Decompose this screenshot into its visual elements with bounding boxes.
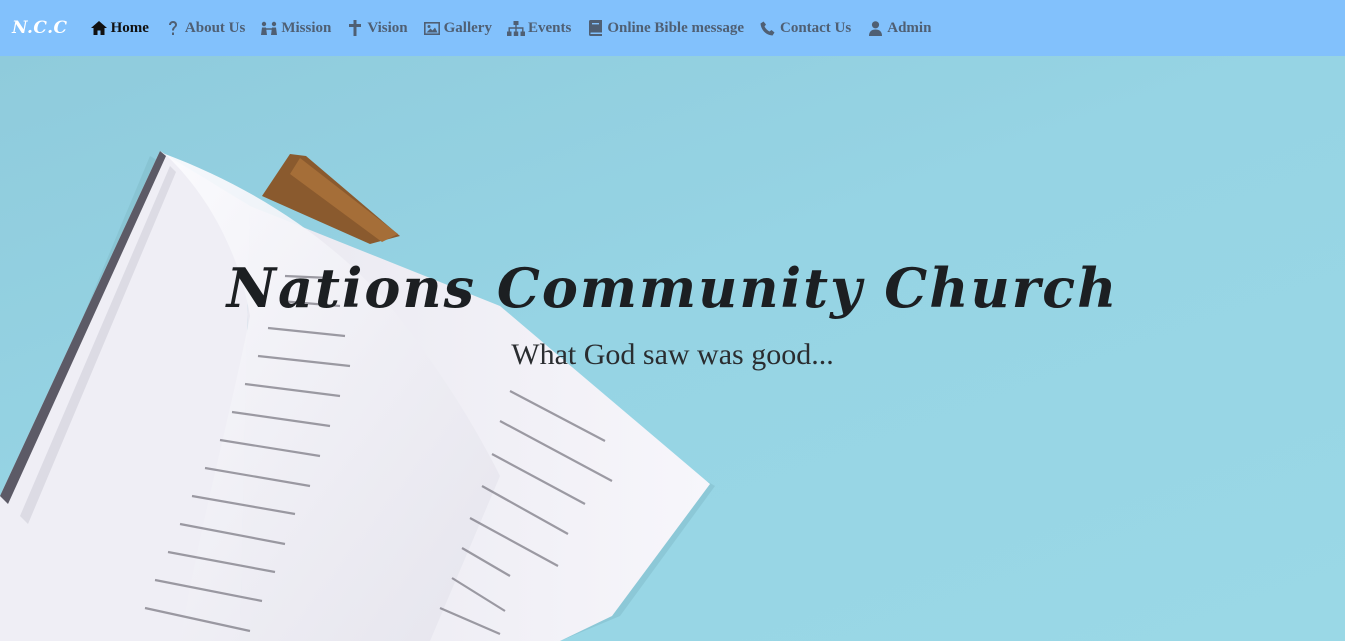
nav-about-us[interactable]: About Us [164,20,245,37]
home-icon [90,20,108,36]
nav-gallery-label: Gallery [443,19,492,36]
navbar: N.C.C Home About Us Mission Vision Galle… [0,0,1345,56]
sitemap-icon [506,20,525,36]
nav-events[interactable]: Events [506,19,572,37]
nav-vision[interactable]: Vision [346,19,408,37]
image-icon [423,20,441,36]
nav-vision-label: Vision [367,19,408,36]
hero-title: Nations Community Church [226,256,1119,320]
nav-admin[interactable]: Admin [866,20,931,37]
nav-contact-us[interactable]: Contact Us [759,20,851,37]
question-icon [164,20,182,36]
nav-events-label: Events [527,19,572,36]
nav-about-us-label: About Us [184,19,246,36]
brand-logo[interactable]: N.C.C [12,18,68,38]
hero-subtitle: What God saw was good... [511,338,834,371]
nav-online-bible-message[interactable]: Online Bible message [586,20,744,37]
book-icon [586,20,604,36]
nav-gallery[interactable]: Gallery [423,20,492,37]
nav-online-bible-message-label: Online Bible message [607,19,744,36]
nav-mission[interactable]: Mission [260,20,331,37]
nav-admin-label: Admin [887,19,932,36]
user-icon [866,20,884,36]
phone-icon [759,20,777,36]
nav-contact-us-label: Contact Us [779,19,852,36]
hero-banner: Nations Community Church What God saw wa… [0,56,1345,641]
nav-home-label: Home [110,19,149,36]
people-icon [260,20,278,36]
cross-icon [346,20,364,36]
nav-mission-label: Mission [281,19,332,36]
nav-home[interactable]: Home [90,20,149,37]
